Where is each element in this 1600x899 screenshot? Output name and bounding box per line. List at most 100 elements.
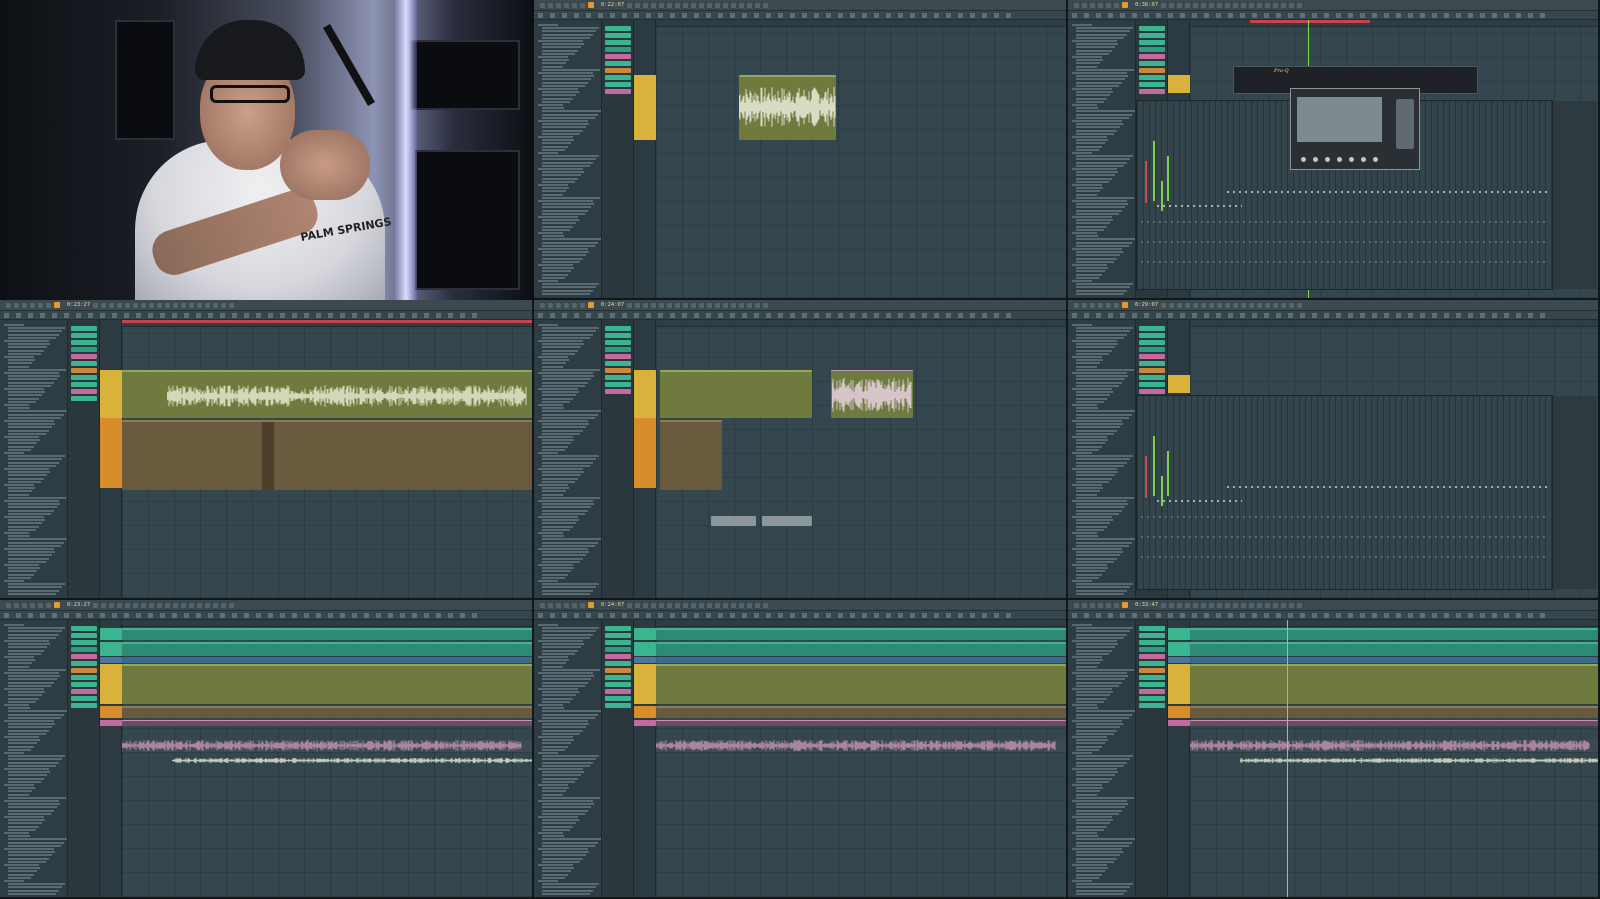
tool-icon[interactable]: [550, 313, 555, 318]
menu-button[interactable]: [30, 602, 35, 608]
toolbar-icon[interactable]: [1273, 2, 1279, 8]
browser-item[interactable]: [542, 458, 596, 461]
browser-item[interactable]: [1076, 346, 1115, 349]
browser-item[interactable]: [8, 697, 39, 700]
browser-item[interactable]: [542, 857, 583, 860]
browser-item[interactable]: [1072, 232, 1097, 234]
tool-icon[interactable]: [1492, 313, 1497, 318]
browser-item[interactable]: [538, 200, 593, 202]
channel-button[interactable]: [605, 689, 631, 694]
browser-item[interactable]: [8, 333, 59, 336]
toolbar-icon[interactable]: [1257, 302, 1263, 308]
browser-item[interactable]: [542, 381, 588, 384]
channel-button[interactable]: [1139, 68, 1165, 73]
channel-button[interactable]: [1139, 368, 1165, 373]
browser-item[interactable]: [538, 388, 578, 390]
channel-button[interactable]: [1139, 375, 1165, 380]
tool-icon[interactable]: [562, 13, 567, 18]
channel-button[interactable]: [605, 54, 631, 59]
tool-icon[interactable]: [160, 613, 165, 618]
drum-clip[interactable]: [656, 642, 1066, 656]
channel-button[interactable]: [1139, 89, 1165, 94]
browser-item[interactable]: [8, 790, 32, 793]
browser-item[interactable]: [542, 551, 589, 554]
browser-item[interactable]: [8, 413, 64, 416]
browser-item[interactable]: [1076, 713, 1132, 716]
browser-item[interactable]: [542, 164, 590, 167]
tool-icon[interactable]: [1252, 313, 1257, 318]
browser-item[interactable]: [1076, 129, 1117, 132]
browser-item[interactable]: [8, 493, 29, 496]
browser-item[interactable]: [538, 216, 578, 218]
browser-item[interactable]: [8, 464, 56, 467]
tool-icon[interactable]: [910, 313, 915, 318]
tool-icon[interactable]: [682, 13, 687, 18]
tool-icon[interactable]: [898, 13, 903, 18]
browser-item[interactable]: [542, 493, 563, 496]
browser-item[interactable]: [542, 426, 586, 429]
toolbar-icon[interactable]: [1265, 602, 1271, 608]
browser-item[interactable]: [538, 184, 568, 186]
browser-item[interactable]: [8, 346, 47, 349]
browser-item[interactable]: [538, 688, 578, 690]
tool-icon[interactable]: [88, 313, 93, 318]
browser-item[interactable]: [542, 158, 596, 161]
toolbar-icon[interactable]: [723, 2, 729, 8]
browser-item[interactable]: [4, 832, 29, 834]
browser-item[interactable]: [542, 193, 563, 196]
browser-item[interactable]: [1076, 164, 1124, 167]
browser-item[interactable]: [8, 662, 32, 665]
tool-icon[interactable]: [1432, 613, 1437, 618]
tool-icon[interactable]: [1504, 313, 1509, 318]
menu-button[interactable]: [1090, 602, 1095, 608]
browser-item[interactable]: [538, 752, 558, 754]
browser-item[interactable]: [8, 349, 44, 352]
browser-item[interactable]: [542, 384, 585, 387]
browser-item[interactable]: [1076, 177, 1112, 180]
plugin-knob[interactable]: [1337, 157, 1342, 162]
browser-item[interactable]: [8, 400, 36, 403]
channel-button[interactable]: [605, 654, 631, 659]
browser-item[interactable]: [542, 100, 570, 103]
toolbar-icon[interactable]: [1185, 302, 1191, 308]
browser-item[interactable]: [542, 375, 594, 378]
browser-item[interactable]: [538, 88, 578, 90]
toolbar-icon[interactable]: [1177, 602, 1183, 608]
browser-item[interactable]: [1076, 458, 1130, 461]
browser-item[interactable]: [542, 503, 594, 506]
channel-button[interactable]: [71, 668, 97, 673]
browser-item[interactable]: [8, 381, 54, 384]
browser-item[interactable]: [1072, 816, 1112, 818]
browser-item[interactable]: [1076, 464, 1124, 467]
tool-icon[interactable]: [982, 13, 987, 18]
tool-icon[interactable]: [598, 13, 603, 18]
browser-item[interactable]: [8, 343, 50, 346]
browser-item[interactable]: [1076, 535, 1098, 538]
tool-icon[interactable]: [610, 13, 615, 18]
browser-item[interactable]: [1076, 461, 1127, 464]
tool-icon[interactable]: [1120, 613, 1125, 618]
browser-item[interactable]: [1076, 439, 1108, 442]
browser-item[interactable]: [542, 883, 599, 886]
browser-item[interactable]: [8, 854, 52, 857]
tool-icon[interactable]: [1360, 313, 1365, 318]
browser-item[interactable]: [1072, 168, 1117, 170]
browser-item[interactable]: [8, 707, 30, 710]
drum-clip[interactable]: [1190, 642, 1598, 656]
browser-item[interactable]: [1076, 851, 1123, 854]
browser-item[interactable]: [8, 710, 67, 713]
tool-icon[interactable]: [220, 313, 225, 318]
tool-icon[interactable]: [694, 13, 699, 18]
channel-button[interactable]: [71, 326, 97, 331]
toolbar-icon[interactable]: [1233, 2, 1239, 8]
toolbar-icon[interactable]: [763, 2, 769, 8]
browser-item[interactable]: [1076, 100, 1104, 103]
browser-item[interactable]: [8, 691, 45, 694]
toolbar-icon[interactable]: [93, 602, 99, 608]
tool-icon[interactable]: [1108, 313, 1113, 318]
tool-icon[interactable]: [232, 313, 237, 318]
browser-item[interactable]: [8, 573, 34, 576]
browser-item[interactable]: [1076, 857, 1117, 860]
toolbar-icon[interactable]: [739, 2, 745, 8]
browser-item[interactable]: [8, 867, 40, 870]
